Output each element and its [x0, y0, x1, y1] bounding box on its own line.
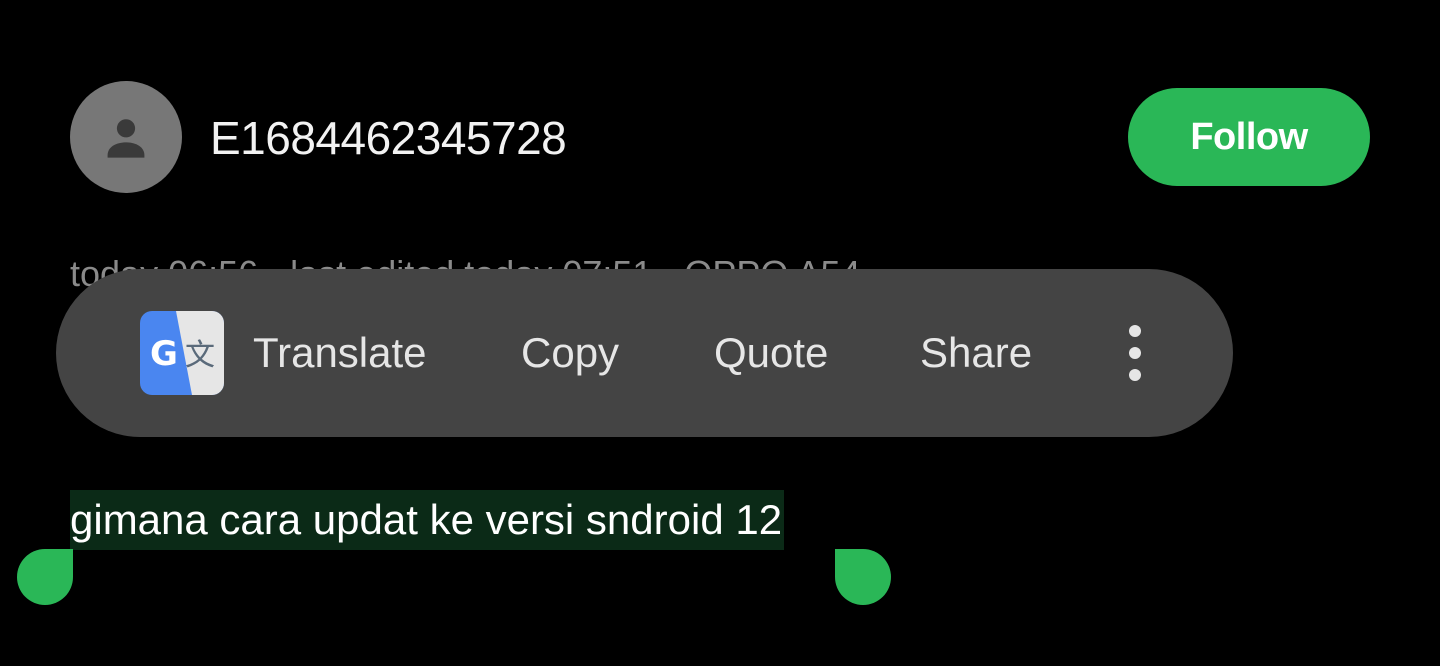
menu-item-quote[interactable]: Quote [714, 327, 828, 379]
person-icon [107, 119, 145, 158]
selected-post-text[interactable]: gimana cara updat ke versi sndroid 12 [70, 490, 785, 550]
text-selection-menu: G 文 Translate Copy Quote Share [56, 269, 1233, 437]
menu-item-copy[interactable]: Copy [521, 327, 619, 379]
selection-handle-start[interactable] [17, 549, 73, 605]
avatar[interactable] [70, 81, 182, 193]
svg-text:G: G [150, 334, 178, 374]
menu-item-share[interactable]: Share [920, 327, 1032, 379]
follow-button[interactable]: Follow [1128, 88, 1370, 186]
menu-item-translate[interactable]: Translate [253, 327, 427, 379]
username[interactable]: E1684462345728 [210, 110, 567, 166]
svg-text:文: 文 [185, 338, 215, 373]
selection-handle-end[interactable] [835, 549, 891, 605]
google-translate-icon[interactable]: G 文 [140, 311, 224, 395]
more-vertical-icon[interactable] [1120, 323, 1150, 383]
